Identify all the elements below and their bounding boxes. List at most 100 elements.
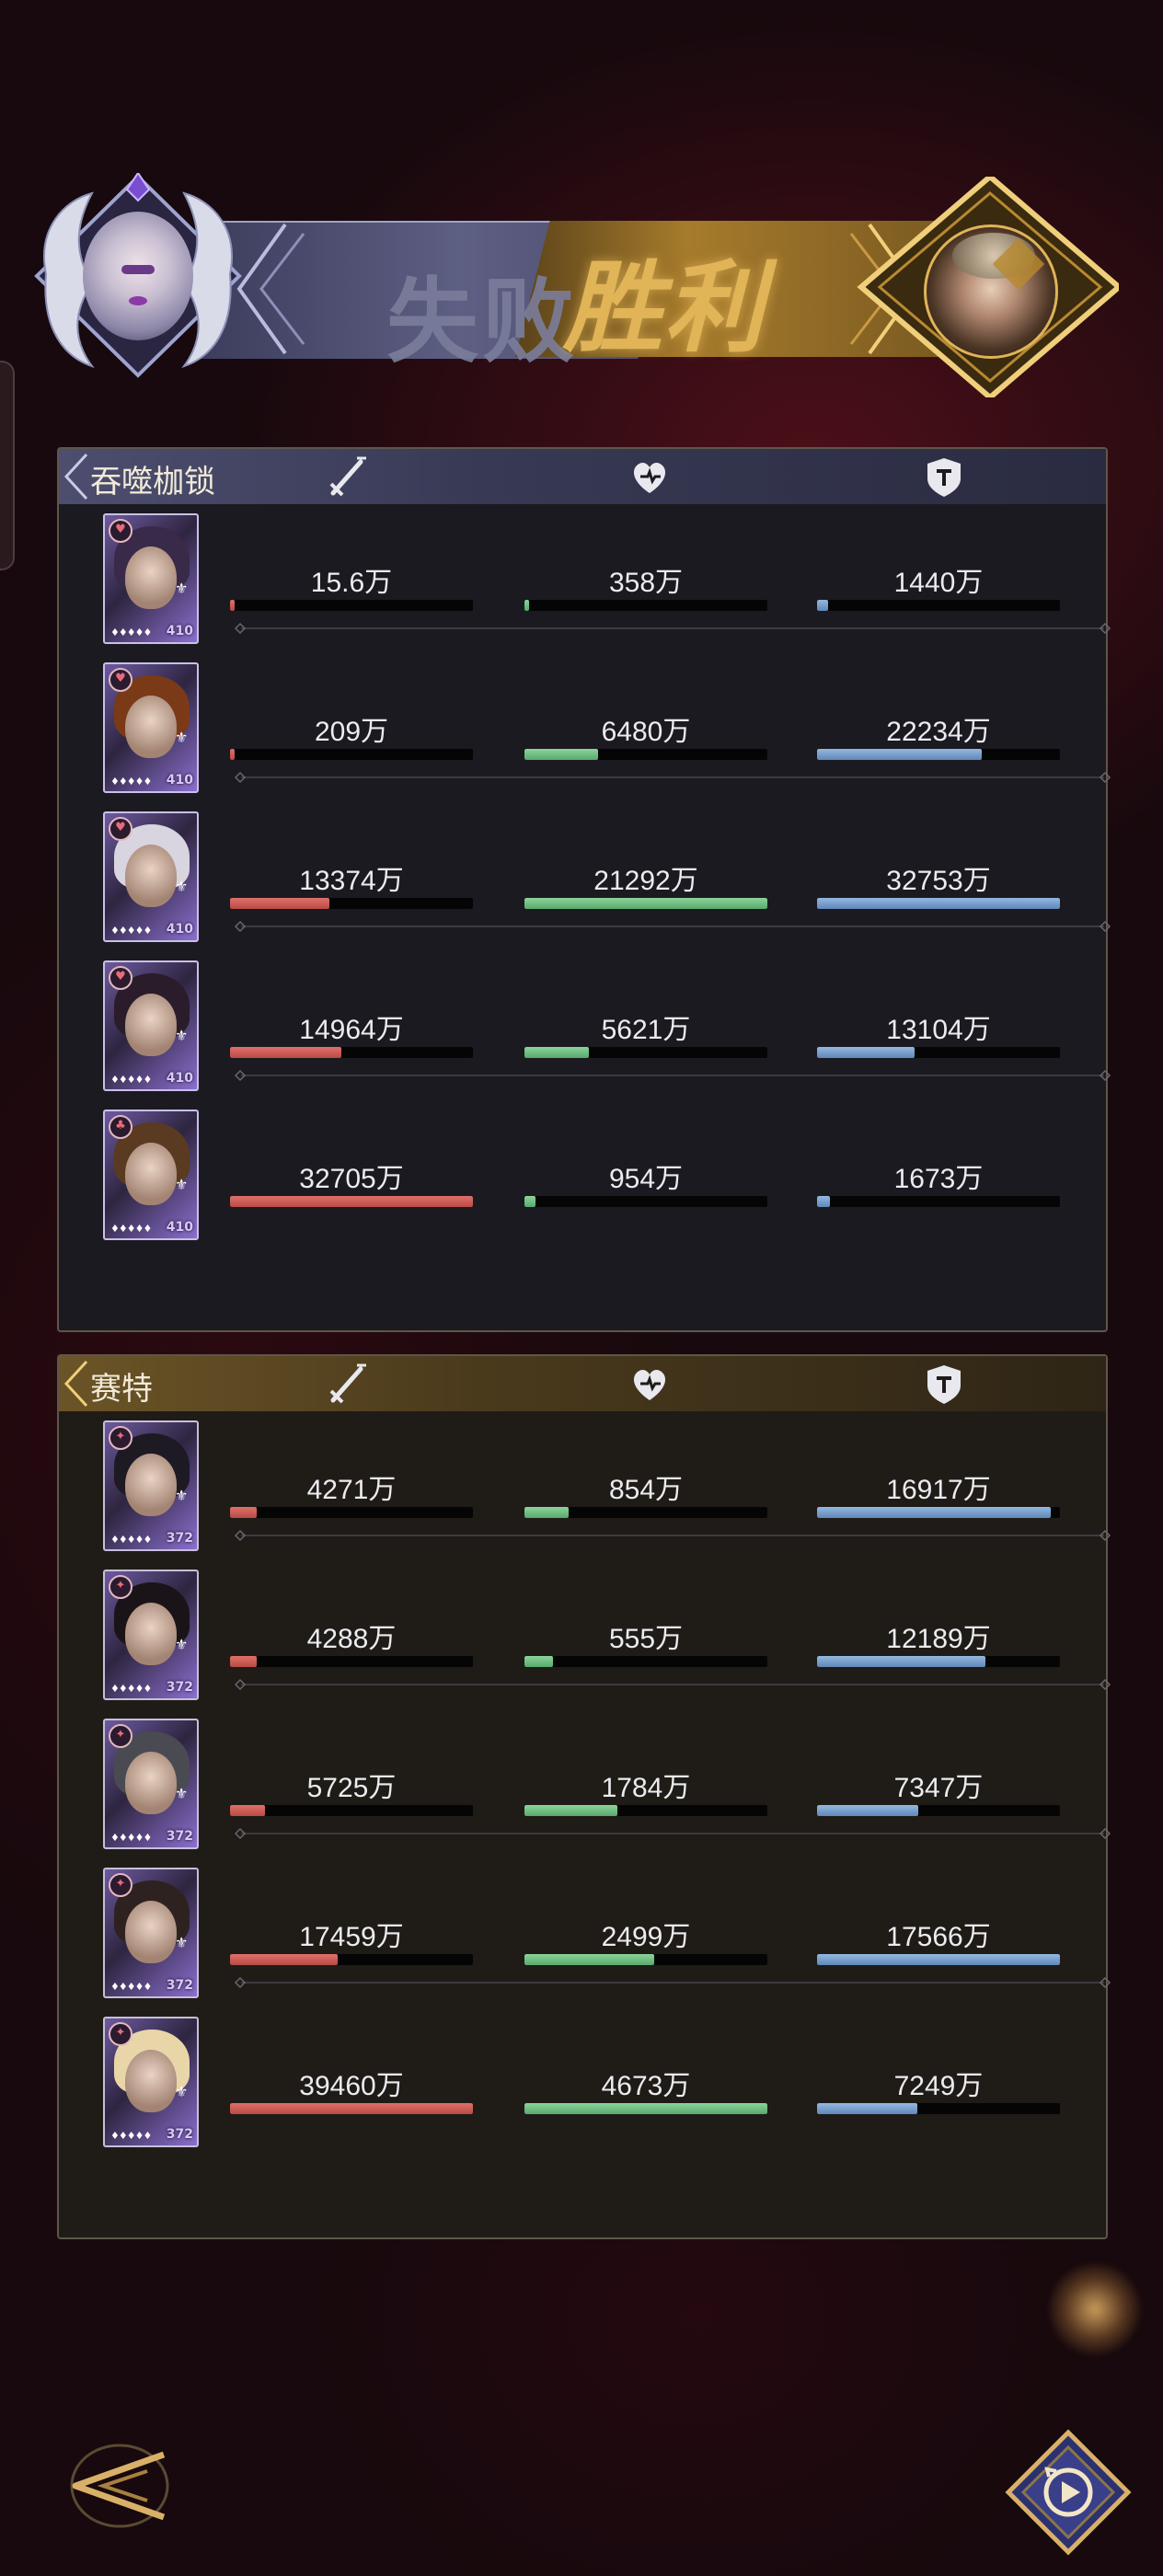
heal-stat-value: 555万 [608, 1624, 684, 1654]
hero-portrait[interactable]: ♥ ⚜ ♦♦♦♦♦ 410 [103, 811, 199, 942]
hero-face [125, 845, 177, 907]
attack-stat-value: 17459万 [299, 1922, 404, 1952]
attack-stat: 13374万 [230, 857, 473, 913]
heart-badge-icon: ♥ [109, 817, 132, 841]
heal-stat-value: 2499万 [601, 1922, 691, 1952]
heal-stat-track [524, 898, 767, 909]
class-icon: ⚜ [175, 1027, 189, 1044]
attack-stat-bar [230, 1047, 341, 1058]
heal-stat-bar [524, 1954, 655, 1965]
sword-icon [329, 456, 366, 497]
attack-stat-track [230, 1047, 473, 1058]
defense-stat-bar [817, 749, 983, 760]
defense-stat-bar [817, 1954, 1060, 1965]
result-banner: 失败 胜利 [0, 166, 1163, 405]
loser-emblem [28, 171, 304, 394]
attack-stat: 4271万 [230, 1466, 473, 1522]
heal-stat-bar [524, 898, 767, 909]
defense-stat: 1440万 [817, 559, 1060, 615]
hero-row: ✦ ⚜ ♦♦♦♦♦ 372 4271万 854万 16917万 [59, 1420, 1111, 1570]
heal-stat-track [524, 1507, 767, 1518]
attack-stat: 14964万 [230, 1006, 473, 1062]
hero-face [125, 1901, 177, 1963]
hero-level: 410 [166, 1220, 193, 1235]
hero-portrait[interactable]: ✦ ⚜ ♦♦♦♦♦ 372 [103, 1868, 199, 1998]
hero-portrait[interactable]: ♥ ⚜ ♦♦♦♦♦ 410 [103, 960, 199, 1091]
hero-row: ♥ ⚜ ♦♦♦♦♦ 410 209万 6480万 22234万 [59, 662, 1111, 811]
defense-stat-bar [817, 1805, 919, 1816]
attack-stat: 5725万 [230, 1765, 473, 1820]
hero-level: 372 [166, 1531, 193, 1546]
defense-stat-value: 13104万 [886, 1015, 991, 1045]
defense-stat-track [817, 1196, 1060, 1207]
hero-portrait[interactable]: ✦ ⚜ ♦♦♦♦♦ 372 [103, 1719, 199, 1849]
heal-stat-bar [524, 1196, 535, 1207]
hero-row: ✦ ⚜ ♦♦♦♦♦ 372 17459万 2499万 17566万 [59, 1868, 1111, 2017]
attack-stat-track [230, 1805, 473, 1816]
hero-face [125, 546, 177, 609]
winning-team-panel: 赛特 ✦ ⚜ ♦♦♦♦♦ 372 4271万 854万 16917万 ✦ ⚜ ♦♦♦♦♦ 372 42… [57, 1354, 1111, 2239]
defense-stat-track [817, 600, 1060, 611]
defense-stat: 7347万 [817, 1765, 1060, 1820]
heal-stat-track [524, 1196, 767, 1207]
star-rank: ♦♦♦♦♦ [110, 627, 152, 638]
heal-stat: 5621万 [524, 1006, 767, 1062]
attack-stat-bar [230, 2103, 473, 2114]
hero-portrait[interactable]: ♥ ⚜ ♦♦♦♦♦ 410 [103, 513, 199, 644]
hero-portrait[interactable]: ♥ ⚜ ♦♦♦♦♦ 410 [103, 662, 199, 793]
hero-face [125, 2050, 177, 2112]
defense-stat: 22234万 [817, 708, 1060, 764]
defense-stat-track [817, 1805, 1060, 1816]
defense-stat-value: 1673万 [893, 1164, 984, 1194]
heal-stat: 358万 [524, 559, 767, 615]
heal-stat-value: 358万 [608, 568, 684, 598]
heal-stat-value: 6480万 [601, 717, 691, 747]
defense-stat-value: 7347万 [893, 1773, 984, 1803]
winner-avatar[interactable] [924, 224, 1058, 359]
star-rank: ♦♦♦♦♦ [110, 776, 152, 788]
defense-stat-bar [817, 898, 1060, 909]
heal-stat-bar [524, 1047, 589, 1058]
heal-stat-track [524, 749, 767, 760]
heal-stat-value: 5621万 [601, 1015, 691, 1045]
clover-badge-icon: ♣ [109, 1115, 132, 1139]
row-divider [234, 771, 1111, 784]
class-icon: ⚜ [175, 580, 189, 597]
defense-stat: 17566万 [817, 1914, 1060, 1969]
attack-stat-track [230, 749, 473, 760]
attack-stat-track [230, 1656, 473, 1667]
defense-stat-bar [817, 2103, 917, 2114]
heal-stat: 6480万 [524, 708, 767, 764]
replay-icon[interactable] [1005, 2429, 1132, 2556]
attack-stat-track [230, 1196, 473, 1207]
hero-face [125, 994, 177, 1056]
back-arrow-icon[interactable] [55, 2434, 175, 2536]
class-icon: ⚜ [175, 1487, 189, 1504]
defense-stat-track [817, 1954, 1060, 1965]
hero-level: 372 [166, 1978, 193, 1993]
attack-stat-bar [230, 749, 235, 760]
attack-stat-value: 15.6万 [310, 568, 393, 598]
heal-stat-track [524, 600, 767, 611]
heal-stat: 21292万 [524, 857, 767, 913]
loser-avatar[interactable] [83, 212, 193, 340]
attack-stat-bar [230, 898, 329, 909]
class-icon: ⚜ [175, 1785, 189, 1802]
hero-face [125, 1603, 177, 1665]
attack-stat: 4288万 [230, 1616, 473, 1671]
hero-portrait[interactable]: ✦ ⚜ ♦♦♦♦♦ 372 [103, 2017, 199, 2147]
hero-portrait[interactable]: ✦ ⚜ ♦♦♦♦♦ 372 [103, 1570, 199, 1700]
hero-portrait[interactable]: ♣ ⚜ ♦♦♦♦♦ 410 [103, 1110, 199, 1240]
heart-badge-icon: ♥ [109, 668, 132, 692]
attack-stat: 39460万 [230, 2063, 473, 2118]
attack-stat-track [230, 1954, 473, 1965]
hero-level: 372 [166, 1829, 193, 1844]
heart-badge-icon: ♥ [109, 519, 132, 543]
hero-portrait[interactable]: ✦ ⚜ ♦♦♦♦♦ 372 [103, 1420, 199, 1551]
heal-stat: 555万 [524, 1616, 767, 1671]
hero-row: ♥ ⚜ ♦♦♦♦♦ 410 15.6万 358万 1440万 [59, 513, 1111, 662]
star-badge-icon: ✦ [109, 1426, 132, 1450]
defense-stat-value: 1440万 [893, 568, 984, 598]
team-name: 吞噬枷锁 [90, 464, 215, 500]
heal-stat-value: 854万 [608, 1475, 684, 1505]
